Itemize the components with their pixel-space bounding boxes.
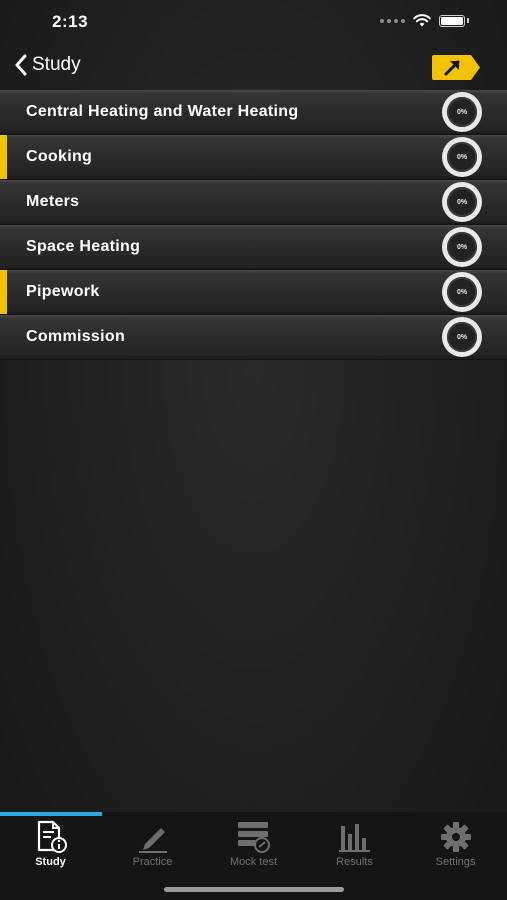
progress-ring: 0%: [442, 182, 482, 222]
battery-nub: [467, 18, 469, 23]
tab-label: Study: [35, 856, 66, 868]
gear-icon: [438, 820, 474, 854]
topic-row-cooking[interactable]: Cooking 0%: [0, 135, 507, 179]
signal-icon: [380, 18, 405, 23]
study-icon: [33, 820, 69, 854]
app-screen: 2:13 Study Central Heating and Water Hea…: [0, 0, 507, 900]
share-arrow-icon[interactable]: [431, 54, 481, 81]
bar-chart-icon: [337, 820, 373, 854]
tab-bar: Study Practice Mock test Results Setting…: [0, 812, 507, 900]
progress-ring: 0%: [442, 272, 482, 312]
status-bar: 2:13: [0, 0, 507, 44]
tab-settings[interactable]: Settings: [405, 820, 506, 874]
progress-ring: 0%: [442, 92, 482, 132]
tab-label: Practice: [132, 856, 173, 868]
home-indicator[interactable]: [164, 887, 344, 892]
progress-ring: 0%: [442, 317, 482, 357]
topic-row-space-heating[interactable]: Space Heating 0%: [0, 225, 507, 269]
progress-text: 0%: [456, 243, 468, 251]
topic-label: Central Heating and Water Heating: [26, 103, 299, 120]
tab-label: Settings: [435, 856, 476, 868]
topic-row-pipework[interactable]: Pipework 0%: [0, 270, 507, 314]
topic-list: Central Heating and Water Heating 0% Coo…: [0, 90, 507, 360]
topic-label: Commission: [26, 328, 126, 345]
progress-text: 0%: [456, 153, 468, 161]
topic-row-commission[interactable]: Commission 0%: [0, 315, 507, 359]
progress-text: 0%: [456, 333, 468, 341]
progress-text: 0%: [456, 288, 468, 296]
topic-label: Space Heating: [26, 238, 141, 255]
navigation-bar: Study: [0, 44, 507, 90]
active-tab-indicator: [0, 812, 102, 816]
tab-mock-test[interactable]: Mock test: [203, 820, 304, 874]
chevron-left-icon: [15, 54, 27, 76]
topic-label: Pipework: [26, 283, 100, 300]
tab-label: Results: [336, 856, 373, 868]
progress-ring: 0%: [442, 137, 482, 177]
bookmark-marker: [0, 135, 7, 179]
progress-ring: 0%: [442, 227, 482, 267]
topic-row-central-heating[interactable]: Central Heating and Water Heating 0%: [0, 90, 507, 134]
bookmark-marker: [0, 270, 7, 314]
pencil-icon: [135, 820, 171, 854]
tab-results[interactable]: Results: [304, 820, 405, 874]
topic-label: Cooking: [26, 148, 93, 165]
wifi-icon: [413, 14, 431, 27]
battery-icon: [439, 14, 465, 27]
back-label: Study: [32, 54, 81, 75]
tab-study[interactable]: Study: [0, 820, 101, 874]
mock-test-icon: [236, 820, 272, 854]
tab-label: Mock test: [229, 856, 278, 868]
topic-row-meters[interactable]: Meters 0%: [0, 180, 507, 224]
status-time: 2:13: [52, 12, 89, 31]
tab-practice[interactable]: Practice: [102, 820, 203, 874]
progress-text: 0%: [456, 198, 468, 206]
status-icons: [380, 14, 469, 27]
back-button[interactable]: Study: [14, 54, 81, 76]
progress-text: 0%: [456, 108, 468, 116]
topic-label: Meters: [26, 193, 80, 210]
